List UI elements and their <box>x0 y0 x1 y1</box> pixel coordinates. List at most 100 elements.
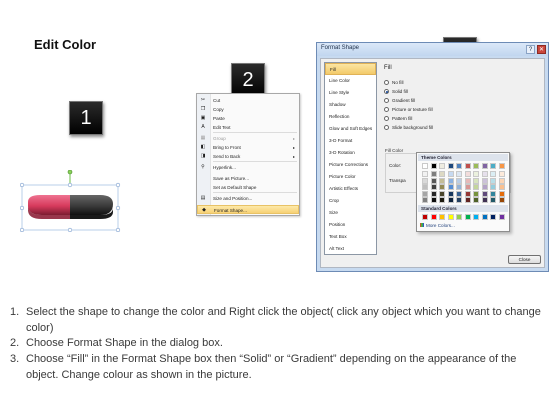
menu-item[interactable]: A Edit Text <box>197 123 299 132</box>
color-swatch[interactable] <box>447 184 454 190</box>
color-swatch[interactable] <box>430 163 437 169</box>
color-swatch[interactable] <box>430 184 437 190</box>
help-icon[interactable]: ? <box>526 45 535 54</box>
menu-item[interactable]: ⚲ Hyperlink... <box>197 163 299 172</box>
color-swatch[interactable] <box>481 184 488 190</box>
menu-item[interactable]: ◆ Format Shape... <box>197 205 299 214</box>
color-swatch[interactable] <box>490 197 496 203</box>
color-swatch[interactable] <box>464 184 471 190</box>
color-swatch[interactable] <box>473 190 479 197</box>
color-swatch[interactable] <box>490 190 496 197</box>
color-swatch[interactable] <box>422 177 428 184</box>
fill-option-radio[interactable]: Solid fill <box>384 88 408 95</box>
menu-item[interactable]: ▣ Paste <box>197 114 299 123</box>
category-item[interactable]: Shadow <box>325 99 376 111</box>
color-swatch[interactable] <box>447 214 454 220</box>
category-item[interactable]: 3-D Format <box>325 135 376 147</box>
color-swatch[interactable] <box>439 163 445 169</box>
category-item[interactable]: Artistic Effects <box>325 183 376 195</box>
category-item[interactable]: Picture Color <box>325 171 376 183</box>
fill-option-radio[interactable]: Picture or texture fill <box>384 106 433 113</box>
menu-item[interactable]: Save as Picture... <box>197 174 299 183</box>
color-swatch[interactable] <box>464 214 471 220</box>
color-swatch[interactable] <box>473 214 479 220</box>
color-swatch[interactable] <box>473 197 479 203</box>
color-swatch[interactable] <box>456 190 462 197</box>
category-item[interactable]: Picture Corrections <box>325 159 376 171</box>
color-swatch[interactable] <box>430 177 437 184</box>
more-colors-link[interactable]: More Colors... <box>420 223 455 228</box>
color-swatch[interactable] <box>481 190 488 197</box>
color-swatch[interactable] <box>464 190 471 197</box>
color-swatch[interactable] <box>490 214 496 220</box>
fill-option-radio[interactable]: Gradient fill <box>384 97 415 104</box>
color-swatch[interactable] <box>464 197 471 203</box>
color-swatch[interactable] <box>422 184 428 190</box>
color-swatch[interactable] <box>464 163 471 169</box>
color-swatch[interactable] <box>498 190 505 197</box>
category-item[interactable]: Reflection <box>325 111 376 123</box>
color-swatch[interactable] <box>473 171 479 177</box>
color-swatch[interactable] <box>430 197 437 203</box>
color-swatch[interactable] <box>498 171 505 177</box>
color-swatch[interactable] <box>447 177 454 184</box>
close-button[interactable]: Close <box>508 255 541 264</box>
category-item[interactable]: Size <box>325 207 376 219</box>
category-item[interactable]: Fill <box>325 63 376 75</box>
color-swatch[interactable] <box>464 171 471 177</box>
color-swatch[interactable] <box>430 171 437 177</box>
category-item[interactable]: Line Color <box>325 75 376 87</box>
color-swatch[interactable] <box>481 163 488 169</box>
color-swatch[interactable] <box>490 163 496 169</box>
color-swatch[interactable] <box>481 171 488 177</box>
color-swatch[interactable] <box>430 214 437 220</box>
color-swatch[interactable] <box>422 163 428 169</box>
color-swatch[interactable] <box>473 184 479 190</box>
color-swatch[interactable] <box>464 177 471 184</box>
color-swatch[interactable] <box>447 171 454 177</box>
color-swatch[interactable] <box>498 163 505 169</box>
fill-option-radio[interactable]: No fill <box>384 79 404 86</box>
color-swatch[interactable] <box>490 184 496 190</box>
category-item[interactable]: Position <box>325 219 376 231</box>
color-swatch[interactable] <box>481 177 488 184</box>
menu-item[interactable]: ❐ Copy <box>197 105 299 114</box>
category-item[interactable]: Crop <box>325 195 376 207</box>
color-swatch[interactable] <box>422 171 428 177</box>
menu-item[interactable]: ✂ Cut <box>197 96 299 105</box>
color-swatch[interactable] <box>473 177 479 184</box>
category-item[interactable]: 3-D Rotation <box>325 147 376 159</box>
color-swatch[interactable] <box>439 171 445 177</box>
color-swatch[interactable] <box>439 177 445 184</box>
selected-shapes[interactable] <box>20 170 121 232</box>
color-swatch[interactable] <box>498 177 505 184</box>
menu-item[interactable]: ◧ Bring to Front ▸ <box>197 143 299 152</box>
color-swatch[interactable] <box>473 163 479 169</box>
color-swatch[interactable] <box>439 197 445 203</box>
color-swatch[interactable] <box>439 214 445 220</box>
color-swatch[interactable] <box>447 163 454 169</box>
color-swatch[interactable] <box>456 214 462 220</box>
color-swatch[interactable] <box>456 163 462 169</box>
color-swatch[interactable] <box>456 177 462 184</box>
color-swatch[interactable] <box>422 190 428 197</box>
color-swatch[interactable] <box>422 197 428 203</box>
menu-item[interactable]: ◨ Send to Back ▸ <box>197 152 299 161</box>
close-icon[interactable]: ✕ <box>537 45 546 54</box>
category-item[interactable]: Text Box <box>325 231 376 243</box>
color-swatch[interactable] <box>456 197 462 203</box>
menu-item[interactable]: Set as Default Shape <box>197 183 299 192</box>
color-swatch[interactable] <box>490 171 496 177</box>
color-swatch[interactable] <box>447 190 454 197</box>
color-swatch[interactable] <box>490 177 496 184</box>
color-swatch[interactable] <box>481 214 488 220</box>
category-item[interactable]: Glow and Soft Edges <box>325 123 376 135</box>
menu-item[interactable]: ▦ Group ▸ <box>197 134 299 143</box>
color-swatch[interactable] <box>439 184 445 190</box>
fill-option-radio[interactable]: Slide background fill <box>384 124 433 131</box>
category-item[interactable]: Alt Text <box>325 243 376 255</box>
color-swatch[interactable] <box>498 184 505 190</box>
color-swatch[interactable] <box>430 190 437 197</box>
menu-item[interactable]: ▤ Size and Position... <box>197 194 299 203</box>
color-swatch[interactable] <box>447 197 454 203</box>
